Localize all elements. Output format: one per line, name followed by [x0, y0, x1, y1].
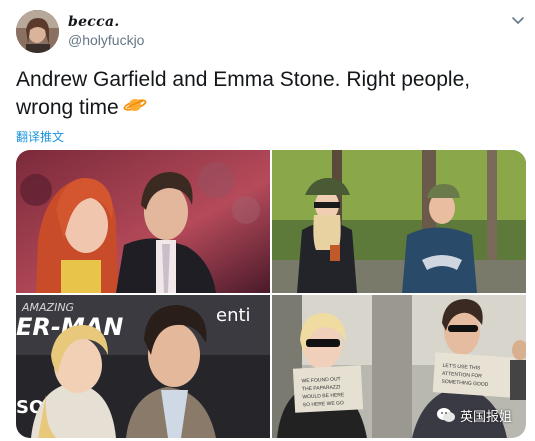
translate-tweet-link[interactable]: 翻译推文	[16, 128, 64, 145]
backdrop-text-enti: enti	[216, 305, 251, 326]
ringed-planet-icon	[123, 94, 147, 122]
chevron-down-icon[interactable]	[510, 14, 526, 28]
user-avatar-icon	[16, 10, 59, 53]
wechat-icon	[437, 408, 455, 422]
tweet-card: becca. @holyfuckjo Andrew Garfield and E…	[0, 0, 535, 441]
tweet-body: Andrew Garfield and Emma Stone. Right pe…	[16, 68, 471, 119]
media-grid: AMAZING ER-MAN enti SO WE FOUND OUT THE …	[16, 150, 526, 438]
display-name[interactable]: becca.	[68, 14, 120, 30]
watermark: 英国报姐	[436, 404, 512, 426]
tweet-text: Andrew Garfield and Emma Stone. Right pe…	[16, 66, 526, 122]
premiere-backdrop-photo[interactable]: AMAZING ER-MAN enti SO	[16, 295, 270, 438]
user-handle[interactable]: @holyfuckjo	[68, 32, 144, 48]
street-hats-photo[interactable]	[272, 150, 526, 293]
avatar[interactable]	[16, 10, 59, 53]
watermark-text: 英国报姐	[460, 409, 513, 425]
red-carpet-photo[interactable]	[16, 150, 270, 293]
